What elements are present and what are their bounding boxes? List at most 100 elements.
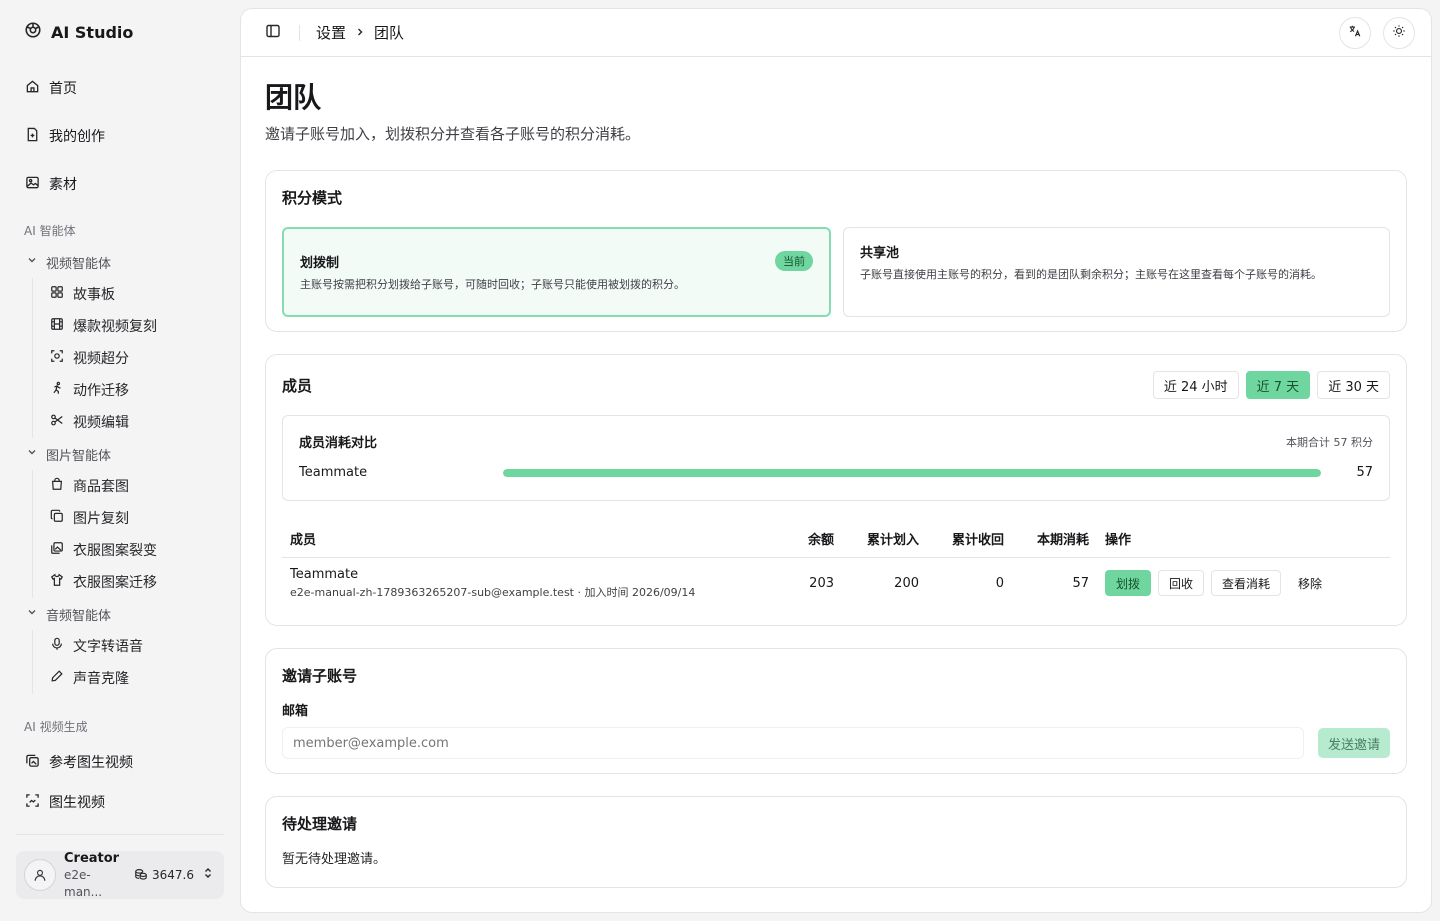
- reclaim-button[interactable]: 回收: [1158, 570, 1205, 597]
- sidebar-item-video-edit[interactable]: 视频编辑: [50, 406, 224, 438]
- group-audio-agents[interactable]: 音频智能体: [16, 598, 224, 630]
- breadcrumb-team: 团队: [374, 24, 405, 42]
- user-menu[interactable]: Creator e2e-man... 3647.6: [16, 851, 224, 899]
- consumption-bar-track: [503, 468, 1321, 477]
- mode-shared-pool[interactable]: 共享池 子账号直接使用主账号的积分，看到的是团队剩余积分；主账号在这里查看每个子…: [843, 227, 1390, 317]
- user-name: Creator: [64, 850, 120, 866]
- user-info: Creator e2e-man...: [64, 850, 126, 901]
- email-label: 邮箱: [282, 704, 309, 719]
- col-allocated: 累计划入: [842, 521, 927, 558]
- mode-description: 子账号直接使用主账号的积分，看到的是团队剩余积分；主账号在这里查看每个子账号的消…: [860, 268, 1322, 281]
- breadcrumb-settings[interactable]: 设置: [316, 22, 346, 43]
- comparison-title: 成员消耗对比: [299, 436, 378, 451]
- time-range-group: 近 24 小时 近 7 天 近 30 天: [1152, 371, 1390, 399]
- sidebar-item-label: 参考图生视频: [49, 755, 133, 771]
- sidebar-item-label: 图片复刻: [73, 511, 129, 527]
- chevron-right-icon: [354, 24, 366, 42]
- sidebar-item-clothing-pattern-variation[interactable]: 衣服图案裂变: [50, 534, 224, 566]
- coins-icon: [134, 867, 148, 884]
- page-title: 团队: [265, 81, 322, 114]
- main-panel: 设置 团队 团队 邀请子账号加入，划拨积分并查看各子账号的积分消耗。 积分模式: [240, 8, 1432, 913]
- sidebar-item-image-replicate[interactable]: 图片复刻: [50, 502, 224, 534]
- sidebar-item-image-to-video[interactable]: 图生视频: [16, 782, 224, 822]
- invite-title: 邀请子账号: [282, 667, 358, 685]
- sidebar-item-clothing-pattern-transfer[interactable]: 衣服图案迁移: [50, 566, 224, 598]
- sidebar-item-label: 文字转语音: [73, 639, 143, 655]
- remove-button[interactable]: 移除: [1288, 575, 1332, 592]
- sidebar-item-storyboard[interactable]: 故事板: [50, 278, 224, 310]
- user-email: e2e-man...: [64, 867, 103, 899]
- member-actions: 划拨 回收 查看消耗 移除: [1105, 570, 1382, 597]
- col-member: 成员: [282, 521, 786, 558]
- current-badge: 当前: [775, 251, 813, 271]
- group-label: 音频智能体: [46, 608, 112, 624]
- layers-icon: [25, 753, 40, 772]
- sidebar-item-assets[interactable]: 素材: [16, 160, 224, 208]
- shopping-bag-icon: [50, 477, 64, 495]
- credit-mode-title: 积分模式: [282, 189, 343, 207]
- table-header-row: 成员 余额 累计划入 累计收回 本期消耗 操作: [282, 521, 1390, 558]
- sidebar-item-motion-transfer[interactable]: 动作迁移: [50, 374, 224, 406]
- consumption-comparison: 成员消耗对比 本期合计 57 积分 Teammate 57: [282, 415, 1390, 501]
- col-actions: 操作: [1097, 521, 1390, 558]
- allocate-button[interactable]: 划拨: [1105, 570, 1152, 597]
- topbar: 设置 团队: [241, 9, 1431, 57]
- sidebar: AI Studio 首页 我的创作 素材 AI 智能体 视频智能体 故事板 爆款…: [0, 0, 240, 921]
- group-label: 视频智能体: [46, 256, 112, 272]
- consumption-bar-row: Teammate 57: [299, 465, 1373, 480]
- sidebar-item-label: 首页: [49, 81, 77, 97]
- file-plus-icon: [25, 127, 40, 146]
- mode-allocation[interactable]: 划拨制 当前 主账号按需把积分划拨给子账号，可随时回收；子账号只能使用被划拨的积…: [282, 227, 831, 317]
- range-30d-button[interactable]: 近 30 天: [1317, 371, 1390, 399]
- brand[interactable]: AI Studio: [16, 0, 224, 64]
- sidebar-item-voice-clone[interactable]: 声音克隆: [50, 662, 224, 694]
- avatar: [24, 859, 56, 891]
- sidebar-toggle-icon[interactable]: [265, 23, 281, 43]
- member-name: Teammate: [290, 566, 359, 582]
- group-video-agents[interactable]: 视频智能体: [16, 246, 224, 278]
- chevron-down-icon: [26, 606, 38, 622]
- sidebar-item-my-creations[interactable]: 我的创作: [16, 112, 224, 160]
- section-label-video-gen: AI 视频生成: [24, 719, 88, 734]
- comparison-total: 本期合计 57 积分: [1286, 435, 1373, 449]
- member-allocated: 200: [894, 575, 919, 591]
- range-7d-button[interactable]: 近 7 天: [1245, 371, 1311, 399]
- mode-description: 主账号按需把积分划拨给子账号，可随时回收；子账号只能使用被划拨的积分。: [300, 278, 685, 291]
- chevron-down-icon: [26, 446, 38, 462]
- range-24h-button[interactable]: 近 24 小时: [1152, 371, 1239, 399]
- sidebar-item-product-set[interactable]: 商品套图: [50, 470, 224, 502]
- theme-toggle-button[interactable]: [1383, 16, 1415, 49]
- view-consumption-button[interactable]: 查看消耗: [1211, 570, 1282, 597]
- sidebar-item-label: 我的创作: [49, 129, 105, 145]
- sidebar-item-text-to-speech[interactable]: 文字转语音: [50, 630, 224, 662]
- page-description: 邀请子账号加入，划拨积分并查看各子账号的积分消耗。: [265, 125, 641, 143]
- sidebar-item-home[interactable]: 首页: [16, 64, 224, 112]
- shirt-icon: [50, 573, 64, 591]
- mode-name: 共享池: [860, 246, 900, 261]
- sidebar-item-label: 动作迁移: [73, 383, 129, 399]
- invite-card: 邀请子账号 邮箱 发送邀请: [265, 648, 1407, 774]
- sidebar-item-video-upscale[interactable]: 视频超分: [50, 342, 224, 374]
- email-input[interactable]: [282, 727, 1304, 759]
- sidebar-item-label: 图生视频: [49, 795, 105, 811]
- members-table: 成员 余额 累计划入 累计收回 本期消耗 操作 Teammate e2e-man…: [282, 521, 1390, 609]
- col-reclaimed: 累计收回: [927, 521, 1012, 558]
- group-image-agents[interactable]: 图片智能体: [16, 438, 224, 470]
- consumption-bar-fill: [503, 468, 1321, 477]
- sidebar-item-ref-image-to-video[interactable]: 参考图生视频: [16, 742, 224, 782]
- scan-face-icon: [25, 793, 40, 812]
- credits-display: 3647.6: [134, 867, 194, 884]
- col-consumed: 本期消耗: [1012, 521, 1097, 558]
- bar-member-name: Teammate: [299, 465, 368, 480]
- images-icon: [50, 541, 64, 559]
- language-button[interactable]: [1339, 16, 1371, 49]
- send-invite-button[interactable]: 发送邀请: [1317, 728, 1390, 758]
- col-balance: 余额: [786, 521, 842, 558]
- sun-icon: [1392, 24, 1406, 42]
- credit-mode-card: 积分模式 划拨制 当前 主账号按需把积分划拨给子账号，可随时回收；子账号只能使用…: [265, 170, 1407, 332]
- sidebar-item-viral-video-replicate[interactable]: 爆款视频复刻: [50, 310, 224, 342]
- chevron-down-icon: [26, 254, 38, 270]
- page-content: 团队 邀请子账号加入，划拨积分并查看各子账号的积分消耗。 积分模式 划拨制 当前…: [241, 57, 1431, 888]
- sidebar-item-label: 爆款视频复刻: [73, 319, 157, 335]
- scan-icon: [50, 349, 64, 367]
